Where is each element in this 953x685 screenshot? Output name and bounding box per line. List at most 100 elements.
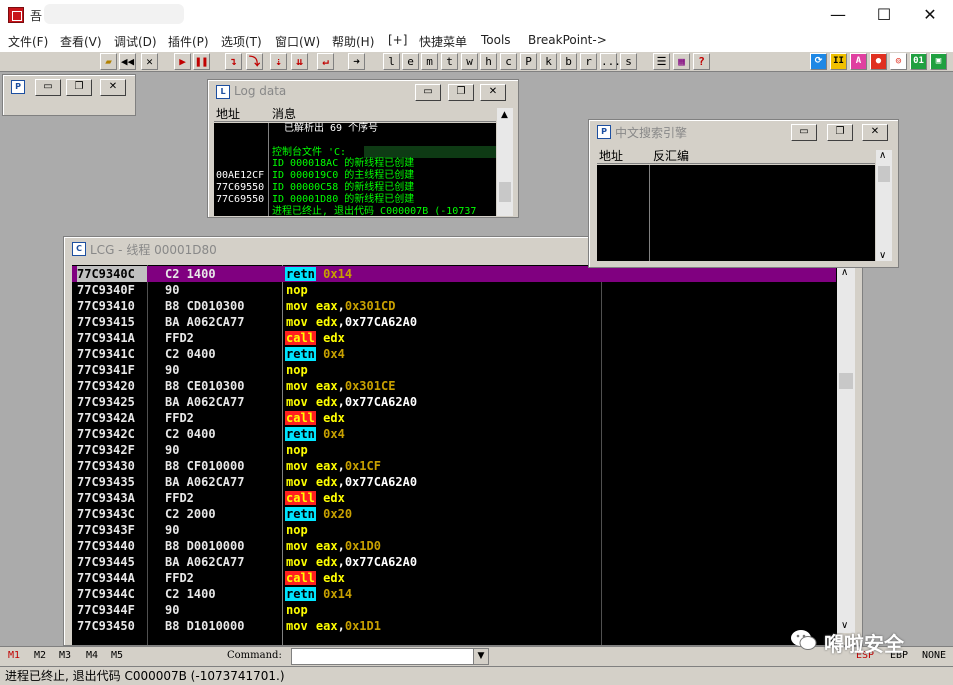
refresh-icon[interactable]: ⟳ xyxy=(810,53,827,70)
disassembly-row[interactable]: 77C93450 B8 D1010000 mov eax,0x1D1 xyxy=(72,618,836,634)
instruction-asm: mov edx,0x77CA62A0 xyxy=(285,314,417,330)
menu-plugins[interactable]: 插件(P) xyxy=(168,33,209,50)
log-minimize-button[interactable]: ▭ xyxy=(415,84,441,101)
none-label[interactable]: NONE xyxy=(922,650,946,661)
disassembly-row[interactable]: 77C93440 B8 D0010000 mov eax,0x1D0 xyxy=(72,538,836,554)
step-over-icon[interactable]: ⤵ xyxy=(246,53,263,70)
trace-into-icon[interactable]: ⇣ xyxy=(270,53,287,70)
memory-tab-m1[interactable]: M1 xyxy=(8,650,20,661)
a-plugin-icon[interactable]: A xyxy=(850,53,867,70)
menu-file[interactable]: 文件(F) xyxy=(8,33,48,50)
disassembly-row[interactable]: 77C9342F 90 nop xyxy=(72,442,836,458)
binary-icon[interactable]: 01 xyxy=(910,53,927,70)
run-icon[interactable]: ▶ xyxy=(174,53,191,70)
toolbar-p[interactable]: P xyxy=(520,53,537,70)
log-list[interactable]: 已解析出 69 个序号 控制台文件 'C: ID 000018AC 的新线程已创… xyxy=(214,123,496,217)
disassembly-row[interactable]: 77C9344F 90 nop xyxy=(72,602,836,618)
toolbar-l[interactable]: l xyxy=(383,53,400,70)
menu-help[interactable]: 帮助(H) xyxy=(332,33,374,50)
instruction-bytes: 90 xyxy=(165,283,180,297)
target-icon[interactable]: ◎ xyxy=(890,53,907,70)
toolbar-c[interactable]: c xyxy=(500,53,517,70)
disassembly-row[interactable]: 77C9342C C2 0400 retn 0x4 xyxy=(72,426,836,442)
memory-tab-m5[interactable]: M5 xyxy=(111,650,123,661)
disassembly-row[interactable]: 77C9344A FFD2 call edx xyxy=(72,570,836,586)
minimize-button[interactable]: — xyxy=(815,0,861,30)
disassembly-row[interactable]: 77C9341C C2 0400 retn 0x4 xyxy=(72,346,836,362)
toolbar-m[interactable]: m xyxy=(421,53,438,70)
menu-shortcuts[interactable]: 快捷菜单 xyxy=(419,33,467,50)
execute-till-return-icon[interactable]: ↵ xyxy=(317,53,334,70)
menu-options[interactable]: 选项(T) xyxy=(221,33,262,50)
toolbar-b[interactable]: b xyxy=(560,53,577,70)
record-icon[interactable]: ● xyxy=(870,53,887,70)
toolbar-w[interactable]: w xyxy=(461,53,478,70)
pause-icon[interactable]: ❚❚ xyxy=(193,53,210,70)
disassembly-scrollbar[interactable]: ∧ ∨ xyxy=(837,265,855,633)
disassembly-row[interactable]: 77C9343A FFD2 call edx xyxy=(72,490,836,506)
instruction-asm: nop xyxy=(285,442,309,458)
search-results-list[interactable] xyxy=(597,165,875,261)
search-scroll-thumb[interactable] xyxy=(878,166,890,182)
open-icon[interactable]: ▰ xyxy=(100,53,117,70)
disassembly-row[interactable]: 77C9343F 90 nop xyxy=(72,522,836,538)
menu-window[interactable]: 窗口(W) xyxy=(275,33,320,50)
step-into-icon[interactable]: ↴ xyxy=(225,53,242,70)
disassembly-row[interactable]: 77C93445 BA A062CA77 mov edx,0x77CA62A0 xyxy=(72,554,836,570)
search-scrollbar[interactable]: ∧ ∨ xyxy=(876,150,892,261)
maximize-button[interactable]: ☐ xyxy=(861,0,907,30)
disassembly-row[interactable]: 77C93430 B8 CF010000 mov eax,0x1CF xyxy=(72,458,836,474)
disassembly-row[interactable]: 77C9342A FFD2 call edx xyxy=(72,410,836,426)
window-minimize-button[interactable]: ▭ xyxy=(35,79,61,96)
menu-view[interactable]: 查看(V) xyxy=(60,33,102,50)
disassembly-row[interactable]: 77C93415 BA A062CA77 mov edx,0x77CA62A0 xyxy=(72,314,836,330)
toolbar-h[interactable]: h xyxy=(480,53,497,70)
disassembly-row[interactable]: 77C9341F 90 nop xyxy=(72,362,836,378)
memory-tab-m2[interactable]: M2 xyxy=(34,650,46,661)
rewind-icon[interactable]: ◀◀ xyxy=(119,53,136,70)
goto-icon[interactable]: ➜ xyxy=(348,53,365,70)
window-restore-button[interactable]: ❐ xyxy=(66,79,92,96)
close-button[interactable]: ✕ xyxy=(907,0,953,30)
instruction-address: 77C93440 xyxy=(77,539,135,553)
toolbar-e[interactable]: e xyxy=(402,53,419,70)
disassembly-row[interactable]: 77C93425 BA A062CA77 mov edx,0x77CA62A0 xyxy=(72,394,836,410)
memory-tab-m3[interactable]: M3 xyxy=(59,650,71,661)
log-restore-button[interactable]: ❐ xyxy=(448,84,474,101)
disassembly-row[interactable]: 77C93435 BA A062CA77 mov edx,0x77CA62A0 xyxy=(72,474,836,490)
window-close-button[interactable]: ✕ xyxy=(100,79,126,96)
cpu-icon[interactable]: ▣ xyxy=(930,53,947,70)
command-dropdown-icon[interactable]: ▼ xyxy=(473,649,488,664)
grid-icon[interactable]: ▦ xyxy=(673,53,690,70)
disassembly-row[interactable]: 77C9340F 90 nop xyxy=(72,282,836,298)
disassembly-row[interactable]: 77C9341A FFD2 call edx xyxy=(72,330,836,346)
memory-tab-m4[interactable]: M4 xyxy=(86,650,98,661)
disassembly-row[interactable]: 77C9344C C2 1400 retn 0x14 xyxy=(72,586,836,602)
menu-plus[interactable]: [+] xyxy=(388,33,407,47)
command-input[interactable]: ▼ xyxy=(291,648,489,665)
help-icon[interactable]: ? xyxy=(693,53,710,70)
close-process-icon[interactable]: ✕ xyxy=(141,53,158,70)
menu-debug[interactable]: 调试(D) xyxy=(114,33,157,50)
search-minimize-button[interactable]: ▭ xyxy=(791,124,817,141)
disassembly-row[interactable]: 77C9343C C2 2000 retn 0x20 xyxy=(72,506,836,522)
log-scrollbar[interactable]: ▲ xyxy=(497,108,513,216)
menu-tools[interactable]: Tools xyxy=(481,33,511,47)
trace-over-icon[interactable]: ⇊ xyxy=(291,53,308,70)
menu-breakpoint[interactable]: BreakPoint-> xyxy=(528,33,607,47)
search-restore-button[interactable]: ❐ xyxy=(827,124,853,141)
toolbar-t[interactable]: t xyxy=(441,53,458,70)
disassembly-row[interactable]: 77C93420 B8 CE010300 mov eax,0x301CE xyxy=(72,378,836,394)
search-close-button[interactable]: ✕ xyxy=(862,124,888,141)
toolbar-ellipsis[interactable]: ... xyxy=(600,53,621,70)
toolbar-k[interactable]: k xyxy=(540,53,557,70)
toolbar-s[interactable]: s xyxy=(620,53,637,70)
disassembly-row[interactable]: 77C9340C C2 1400 retn 0x14 xyxy=(72,266,836,282)
log-scroll-thumb[interactable] xyxy=(499,182,511,202)
disassembly-row[interactable]: 77C93410 B8 CD010300 mov eax,0x301CD xyxy=(72,298,836,314)
toolbar-r[interactable]: r xyxy=(580,53,597,70)
list-icon[interactable]: ☰ xyxy=(653,53,670,70)
pause-plugin-icon[interactable]: II xyxy=(830,53,847,70)
disassembly-scroll-thumb[interactable] xyxy=(839,373,853,389)
log-close-button[interactable]: ✕ xyxy=(480,84,506,101)
